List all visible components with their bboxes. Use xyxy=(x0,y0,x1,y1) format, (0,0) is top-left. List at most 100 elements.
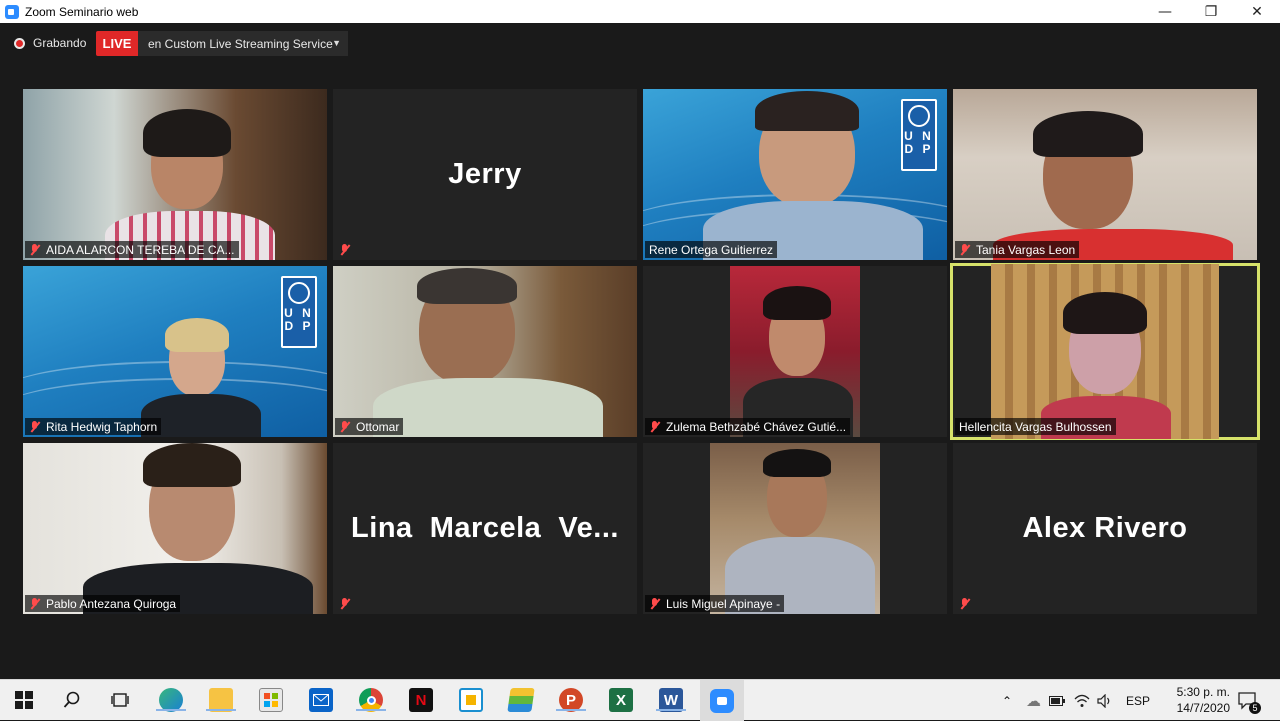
muted-mic-icon xyxy=(649,420,660,433)
bluestacks-icon[interactable] xyxy=(507,688,535,712)
person-hair xyxy=(143,443,241,487)
participant-tile[interactable]: AIDA ALARCON TEREBA DE CA... xyxy=(23,89,327,260)
participant-name: Rita Hedwig Taphorn xyxy=(46,419,158,434)
participant-nametag: Hellencita Vargas Bulhossen xyxy=(955,418,1116,435)
muted-mic-icon xyxy=(29,420,40,433)
person-hair xyxy=(763,286,831,320)
recording-icon xyxy=(14,38,25,49)
participant-tile[interactable]: Tania Vargas Leon xyxy=(953,89,1257,260)
battery-icon[interactable] xyxy=(1049,680,1065,721)
participant-nametag: Rita Hedwig Taphorn xyxy=(25,418,162,435)
recording-bar: Grabando LIVE en Custom Live Streaming S… xyxy=(0,23,1280,65)
title-bar: Zoom Seminario web — ❐ ✕ xyxy=(0,0,1280,23)
participant-tile[interactable]: Pablo Antezana Quiroga xyxy=(23,443,327,614)
participant-nametag: Luis Miguel Apinaye - xyxy=(645,595,785,612)
person-hair xyxy=(165,318,229,352)
running-indicator xyxy=(656,709,686,711)
system-clock[interactable]: 5:30 p. m. 14/7/2020 xyxy=(1177,684,1230,716)
participant-nametag: Tania Vargas Leon xyxy=(955,241,1080,258)
restore-button[interactable]: ❐ xyxy=(1188,0,1234,23)
windows-start-icon[interactable] xyxy=(12,688,36,712)
participant-tile[interactable]: Alex Rivero xyxy=(953,443,1257,614)
onedrive-icon[interactable]: ☁ xyxy=(1026,680,1041,721)
minimize-button[interactable]: — xyxy=(1142,0,1188,23)
zoom-taskbar-button[interactable] xyxy=(700,680,744,721)
file-explorer-icon[interactable] xyxy=(206,688,236,712)
app-icon[interactable] xyxy=(459,688,483,712)
person-hair xyxy=(417,268,517,304)
person-hair xyxy=(1063,292,1147,334)
participant-tile[interactable]: Zulema Bethzabé Chávez Gutié... xyxy=(643,266,947,437)
language-indicator[interactable]: ESP xyxy=(1126,680,1150,721)
person-hair xyxy=(755,91,859,131)
live-badge[interactable]: LIVE xyxy=(96,31,138,56)
participant-name: AIDA ALARCON TEREBA DE CA... xyxy=(46,242,235,257)
participant-nametag: Zulema Bethzabé Chávez Gutié... xyxy=(645,418,851,435)
participant-center-name: Jerry xyxy=(448,158,522,190)
undp-logo: U N D P xyxy=(901,99,937,171)
word-icon[interactable]: W xyxy=(656,688,686,712)
clock-time: 5:30 p. m. xyxy=(1176,685,1230,699)
zoom-camera-glyph xyxy=(717,696,727,705)
participant-tile[interactable]: Ottomar xyxy=(333,266,637,437)
person-hair xyxy=(1033,111,1143,157)
participant-tile[interactable]: U N D P Rita Hedwig Taphorn xyxy=(23,266,327,437)
action-center-button[interactable]: 5 xyxy=(1238,680,1261,721)
person-hair xyxy=(763,449,831,477)
window-controls: — ❐ ✕ xyxy=(1142,0,1280,23)
participant-nametag xyxy=(335,241,360,258)
tray-overflow-icon[interactable]: ⌃ xyxy=(1002,680,1012,721)
volume-icon[interactable] xyxy=(1097,680,1113,721)
participant-name: Luis Miguel Apinaye - xyxy=(666,596,781,611)
windows-taskbar: N P X W ⌃ ☁ ESP 5:30 p. m. 14/7/2020 5 xyxy=(0,679,1280,721)
person-hair xyxy=(143,109,231,157)
task-view-icon[interactable] xyxy=(108,688,132,712)
participant-tile[interactable]: Luis Miguel Apinaye - xyxy=(643,443,947,614)
live-stream-dropdown[interactable]: en Custom Live Streaming Service ▼ xyxy=(138,31,348,56)
participant-name: Tania Vargas Leon xyxy=(976,242,1076,257)
participant-tile[interactable]: Jerry xyxy=(333,89,637,260)
chrome-icon[interactable] xyxy=(356,688,386,712)
undp-letters: U N D P xyxy=(284,306,314,333)
participant-tile-active-speaker[interactable]: Hellencita Vargas Bulhossen xyxy=(950,263,1260,440)
clock-date: 14/7/2020 xyxy=(1176,701,1230,715)
zoom-app-icon xyxy=(5,4,19,19)
excel-icon[interactable]: X xyxy=(609,688,633,712)
netflix-icon[interactable]: N xyxy=(409,688,433,712)
person-body xyxy=(373,378,603,437)
participant-name: Pablo Antezana Quiroga xyxy=(46,596,177,611)
participant-name: Zulema Bethzabé Chávez Gutié... xyxy=(666,419,847,434)
muted-mic-icon xyxy=(959,597,970,610)
participant-nametag: Ottomar xyxy=(335,418,404,435)
muted-mic-icon xyxy=(339,420,350,433)
microsoft-store-icon[interactable] xyxy=(259,688,283,712)
participant-nametag: Rene Ortega Guitierrez xyxy=(645,241,778,258)
stream-service-label: en Custom Live Streaming Service xyxy=(148,36,333,51)
running-indicator xyxy=(206,709,236,711)
search-icon[interactable] xyxy=(60,688,84,712)
muted-mic-icon xyxy=(649,597,660,610)
zoom-icon xyxy=(710,688,734,713)
undp-logo: U N D P xyxy=(281,276,317,348)
muted-mic-icon xyxy=(29,243,40,256)
close-button[interactable]: ✕ xyxy=(1234,0,1280,23)
participant-nametag: AIDA ALARCON TEREBA DE CA... xyxy=(25,241,239,258)
caret-down-icon: ▼ xyxy=(332,38,341,48)
undp-letters: U N D P xyxy=(904,129,934,156)
running-indicator xyxy=(556,709,586,711)
running-indicator xyxy=(356,709,386,711)
muted-mic-icon xyxy=(29,597,40,610)
participant-name: Ottomar xyxy=(356,419,400,434)
recording-label: Grabando xyxy=(33,36,87,50)
powerpoint-icon[interactable]: P xyxy=(556,688,586,712)
un-globe-icon xyxy=(908,105,930,127)
muted-mic-icon xyxy=(339,597,350,610)
window-title: Zoom Seminario web xyxy=(25,4,139,19)
edge-icon[interactable] xyxy=(156,688,186,712)
participant-name: Hellencita Vargas Bulhossen xyxy=(959,419,1112,434)
participant-tile[interactable]: U N D P Rene Ortega Guitierrez xyxy=(643,89,947,260)
mail-icon[interactable] xyxy=(309,688,333,712)
participant-nametag xyxy=(335,595,360,612)
wifi-icon[interactable] xyxy=(1074,680,1090,721)
participant-tile[interactable]: Lina Marcela Ve... xyxy=(333,443,637,614)
